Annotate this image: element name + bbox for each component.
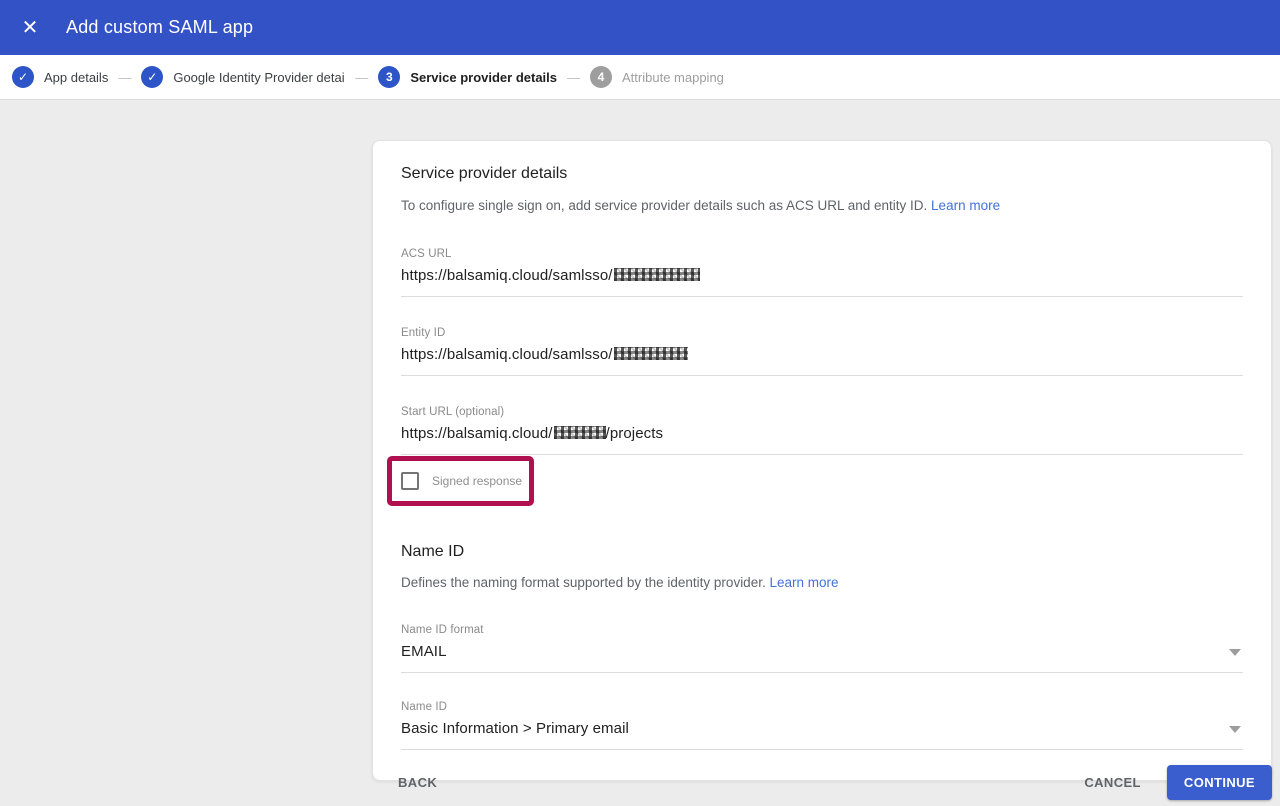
start-url-value-prefix: https://balsamiq.cloud/: [401, 425, 553, 442]
step-attribute-mapping: 4 Attribute mapping: [590, 66, 724, 88]
acs-url-field: ACS URL https://balsamiq.cloud/samlsso/: [401, 248, 1243, 297]
step-separator: —: [118, 70, 131, 85]
wizard-footer: BACK CANCEL CONTINUE: [372, 764, 1272, 800]
name-id-format-value: EMAIL: [401, 643, 447, 660]
entity-id-value: https://balsamiq.cloud/samlsso/: [401, 346, 613, 363]
cancel-button[interactable]: CANCEL: [1084, 775, 1141, 790]
learn-more-link[interactable]: Learn more: [931, 198, 1000, 213]
step-label: Google Identity Provider details: [173, 70, 345, 85]
back-button[interactable]: BACK: [398, 775, 437, 790]
name-id-format-label: Name ID format: [401, 624, 1243, 636]
chevron-down-icon: [1229, 649, 1241, 656]
step-label: Attribute mapping: [622, 70, 724, 85]
chevron-down-icon: [1229, 726, 1241, 733]
step-service-provider-details[interactable]: 3 Service provider details: [378, 66, 557, 88]
acs-url-label: ACS URL: [401, 248, 1243, 260]
card-title: Service provider details: [401, 165, 1243, 183]
step-number: 4: [590, 66, 612, 88]
name-id-format-select[interactable]: EMAIL: [401, 643, 1243, 673]
name-id-section-title: Name ID: [401, 543, 1243, 561]
start-url-input[interactable]: https://balsamiq.cloud/ /projects: [401, 425, 1243, 455]
name-id-description-text: Defines the naming format supported by t…: [401, 575, 766, 590]
step-google-idp-details[interactable]: ✓ Google Identity Provider details: [141, 66, 345, 88]
name-id-field: Name ID Basic Information > Primary emai…: [401, 701, 1243, 750]
dialog-title: Add custom SAML app: [66, 17, 253, 38]
start-url-label: Start URL (optional): [401, 406, 1243, 418]
step-app-details[interactable]: ✓ App details: [12, 66, 108, 88]
signed-response-highlight-annotation: Signed response: [387, 456, 534, 506]
learn-more-link[interactable]: Learn more: [769, 575, 838, 590]
continue-button[interactable]: CONTINUE: [1167, 765, 1272, 800]
redacted-text: [614, 268, 700, 281]
step-check-icon: ✓: [141, 66, 163, 88]
close-icon[interactable]: ✕: [18, 16, 42, 40]
name-id-format-field: Name ID format EMAIL: [401, 624, 1243, 673]
step-separator: —: [567, 70, 580, 85]
service-provider-details-card: Service provider details To configure si…: [372, 140, 1272, 781]
name-id-select[interactable]: Basic Information > Primary email: [401, 720, 1243, 750]
start-url-value-suffix: /projects: [606, 425, 664, 442]
acs-url-input[interactable]: https://balsamiq.cloud/samlsso/: [401, 267, 1243, 297]
name-id-value: Basic Information > Primary email: [401, 720, 629, 737]
signed-response-label: Signed response: [432, 474, 522, 488]
signed-response-checkbox[interactable]: [401, 472, 419, 490]
start-url-field: Start URL (optional) https://balsamiq.cl…: [401, 406, 1243, 455]
step-number: 3: [378, 66, 400, 88]
redacted-text: [614, 347, 688, 360]
entity-id-field: Entity ID https://balsamiq.cloud/samlsso…: [401, 327, 1243, 376]
name-id-section-description: Defines the naming format supported by t…: [401, 575, 1243, 590]
redacted-text: [554, 426, 606, 439]
entity-id-label: Entity ID: [401, 327, 1243, 339]
name-id-label: Name ID: [401, 701, 1243, 713]
wizard-stepper: ✓ App details — ✓ Google Identity Provid…: [0, 55, 1280, 100]
step-label: App details: [44, 70, 108, 85]
step-check-icon: ✓: [12, 66, 34, 88]
card-description: To configure single sign on, add service…: [401, 198, 1243, 213]
step-separator: —: [355, 70, 368, 85]
acs-url-value: https://balsamiq.cloud/samlsso/: [401, 267, 613, 284]
entity-id-input[interactable]: https://balsamiq.cloud/samlsso/: [401, 346, 1243, 376]
step-label: Service provider details: [410, 70, 557, 85]
card-description-text: To configure single sign on, add service…: [401, 198, 927, 213]
dialog-header: ✕ Add custom SAML app: [0, 0, 1280, 55]
